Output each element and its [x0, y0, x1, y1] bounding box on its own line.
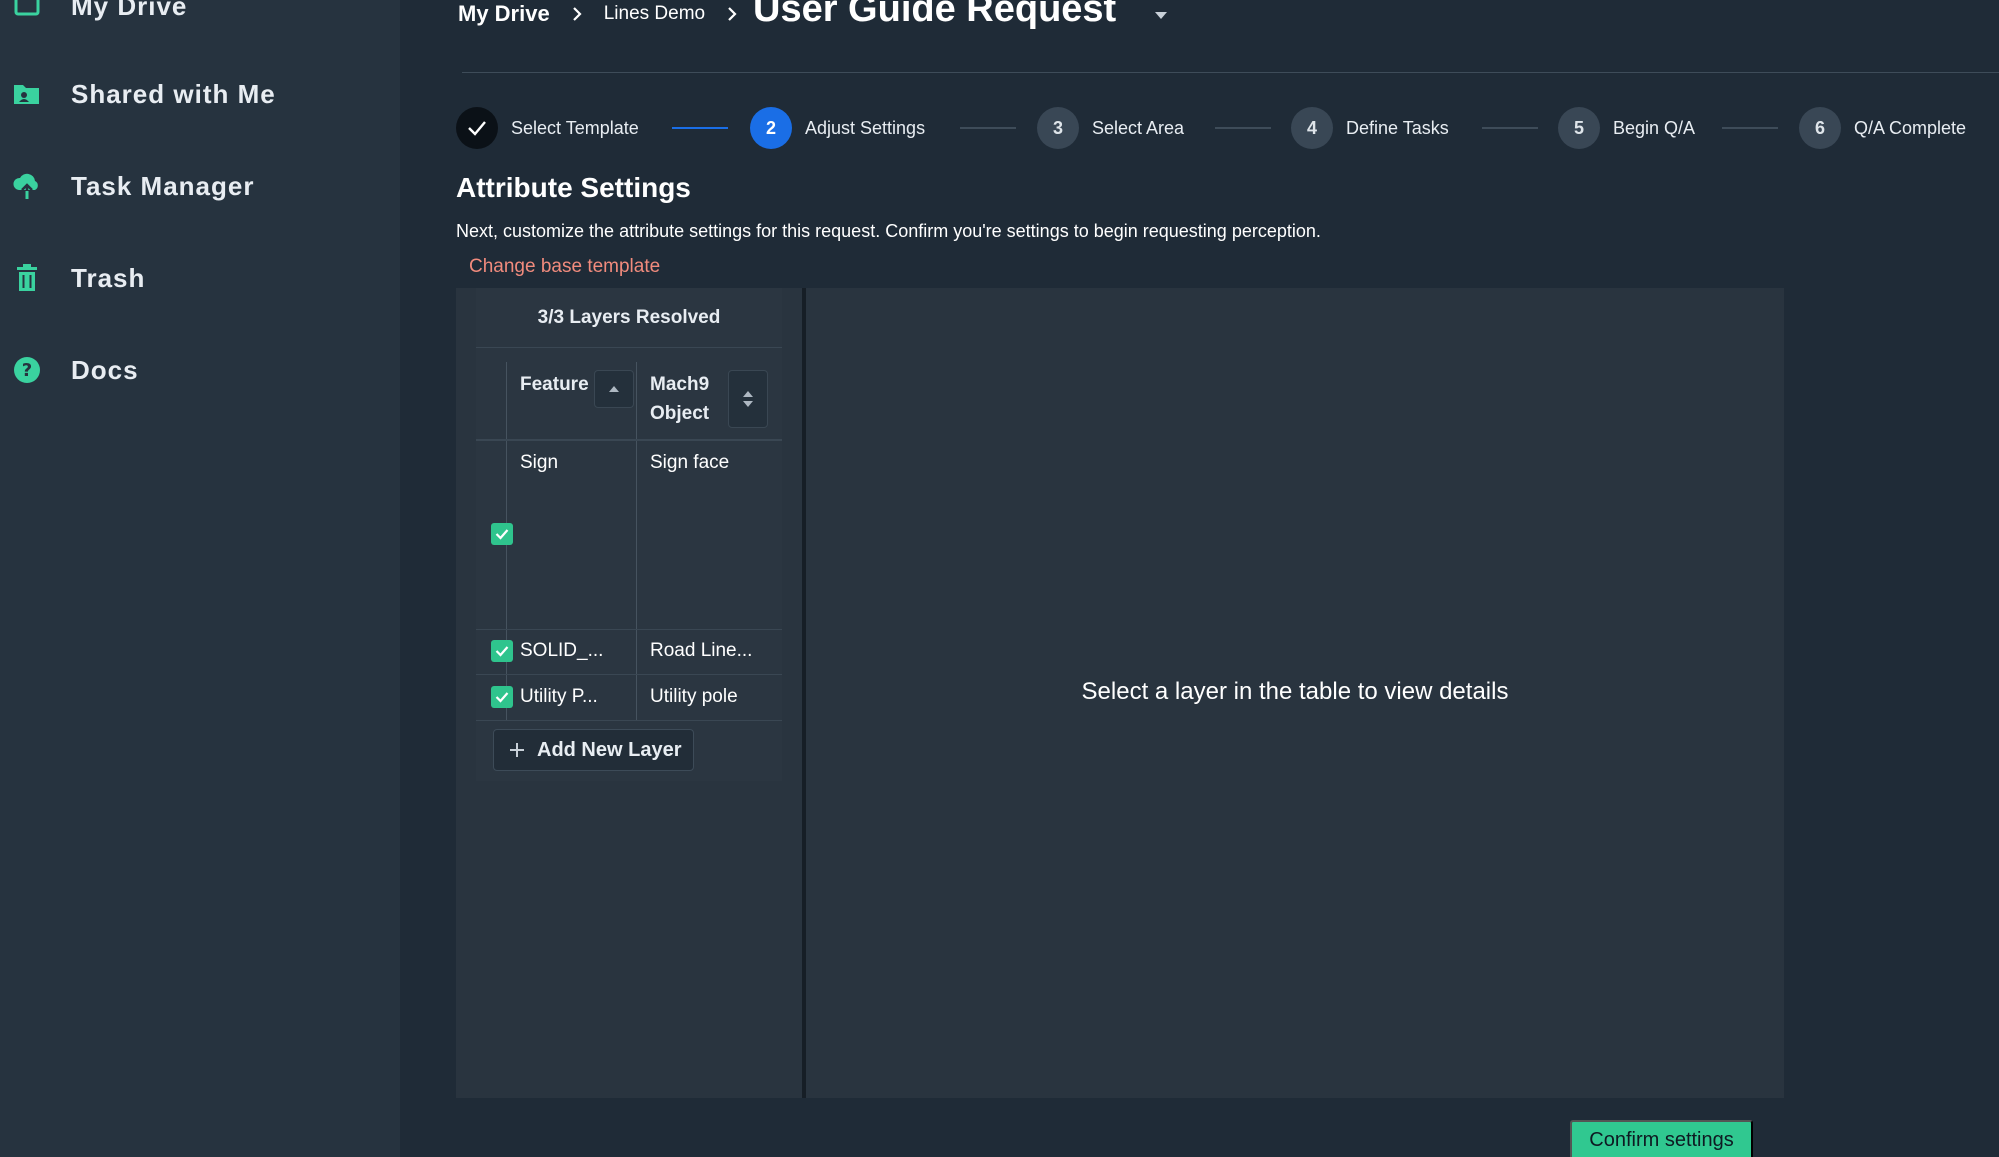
sidebar-item-trash[interactable]: Trash [0, 248, 400, 308]
sidebar-item-label: Trash [71, 262, 146, 293]
row-divider [476, 674, 782, 675]
step-adjust-settings[interactable]: 2 Adjust Settings [750, 107, 925, 149]
step-number: 4 [1291, 107, 1333, 149]
chevron-right-icon [570, 7, 584, 21]
step-define-tasks[interactable]: 4 Define Tasks [1291, 107, 1449, 149]
confirm-settings-button[interactable]: Confirm settings [1570, 1120, 1753, 1157]
plus-icon [508, 741, 526, 759]
drive-icon [12, 0, 42, 21]
step-label: Select Template [511, 117, 639, 138]
step-label: Begin Q/A [1613, 117, 1696, 138]
row-checkbox[interactable] [491, 523, 513, 545]
checkmark-icon [495, 692, 509, 703]
checkmark-icon [495, 646, 509, 657]
sidebar-item-my-drive[interactable]: My Drive [0, 0, 400, 36]
step-connector [672, 127, 728, 129]
breadcrumb-my-drive[interactable]: My Drive [458, 1, 550, 27]
sidebar-item-label: Docs [71, 354, 139, 385]
step-connector [1722, 127, 1778, 129]
change-base-template-link[interactable]: Change base template [469, 256, 660, 278]
step-label: Q/A Complete [1854, 117, 1967, 138]
add-new-layer-button[interactable]: Add New Layer [493, 729, 694, 771]
shared-folder-icon [12, 79, 42, 109]
step-begin-qa[interactable]: 5 Begin Q/A [1558, 107, 1695, 149]
sidebar-item-docs[interactable]: ? Docs [0, 340, 400, 400]
checkmark-icon [456, 107, 498, 149]
sidebar-item-task-manager[interactable]: Task Manager [0, 156, 400, 216]
step-number: 2 [750, 107, 792, 149]
caret-down-icon[interactable] [1154, 8, 1168, 19]
step-qa-complete[interactable]: 6 Q/A Complete [1799, 107, 1966, 149]
help-icon: ? [12, 355, 42, 385]
row-divider [476, 629, 782, 630]
sidebar-item-label: Task Manager [71, 170, 255, 201]
step-select-template[interactable]: Select Template [456, 107, 639, 149]
row-checkbox[interactable] [491, 640, 513, 662]
step-number: 6 [1799, 107, 1841, 149]
column-header-mach9-object: Mach9 Object [650, 374, 710, 424]
table-cell-object[interactable]: Road Line... [650, 640, 752, 662]
table-cell-feature[interactable]: SOLID_... [520, 640, 603, 662]
table-cell-object[interactable]: Sign face [650, 452, 729, 474]
sort-icon[interactable] [728, 370, 768, 428]
step-number: 5 [1558, 107, 1600, 149]
empty-state-message: Select a layer in the table to view deta… [1081, 678, 1509, 705]
table-cell-feature[interactable]: Sign [520, 452, 558, 474]
main-content: My Drive Lines Demo User Guide Request S… [400, 0, 1999, 1157]
step-connector [960, 127, 1016, 129]
breadcrumb: My Drive Lines Demo [458, 0, 759, 28]
page-title: User Guide Request [753, 0, 1117, 30]
sidebar-item-label: My Drive [71, 0, 188, 21]
step-label: Select Area [1092, 117, 1185, 138]
breadcrumb-lines-demo[interactable]: Lines Demo [604, 3, 705, 25]
checkmark-icon [495, 529, 509, 540]
step-connector [1215, 127, 1271, 129]
chevron-right-icon [725, 7, 739, 21]
step-label: Define Tasks [1346, 117, 1449, 138]
sidebar: My Drive Shared with Me Task Manager Tra… [0, 0, 400, 1157]
row-divider [476, 440, 782, 441]
layers-panel: 3/3 Layers Resolved Feature Mach9 Object [456, 288, 802, 1098]
layers-resolved-status: 3/3 Layers Resolved [476, 288, 782, 348]
table-cell-feature[interactable]: Utility P... [520, 686, 598, 708]
step-label: Adjust Settings [805, 117, 926, 138]
step-connector [1482, 127, 1538, 129]
column-header-feature: Feature [520, 374, 589, 395]
cloud-upload-icon [12, 171, 42, 201]
layer-details-panel: Select a layer in the table to view deta… [806, 288, 1784, 1098]
header-divider [462, 72, 1999, 73]
section-description: Next, customize the attribute settings f… [456, 221, 1321, 241]
svg-text:?: ? [22, 360, 32, 381]
step-number: 3 [1037, 107, 1079, 149]
table-cell-object[interactable]: Utility pole [650, 686, 738, 708]
row-divider [476, 720, 782, 721]
sidebar-item-label: Shared with Me [71, 78, 276, 109]
layers-table-container: 3/3 Layers Resolved Feature Mach9 Object [476, 288, 782, 781]
sort-ascending-icon[interactable] [594, 370, 634, 408]
sidebar-item-shared-with-me[interactable]: Shared with Me [0, 64, 400, 124]
section-title: Attribute Settings [456, 172, 691, 203]
trash-icon [12, 263, 42, 293]
table-header-row: Feature Mach9 Object [476, 362, 782, 440]
row-checkbox[interactable] [491, 686, 513, 708]
step-select-area[interactable]: 3 Select Area [1037, 107, 1184, 149]
add-new-layer-label: Add New Layer [537, 738, 682, 761]
